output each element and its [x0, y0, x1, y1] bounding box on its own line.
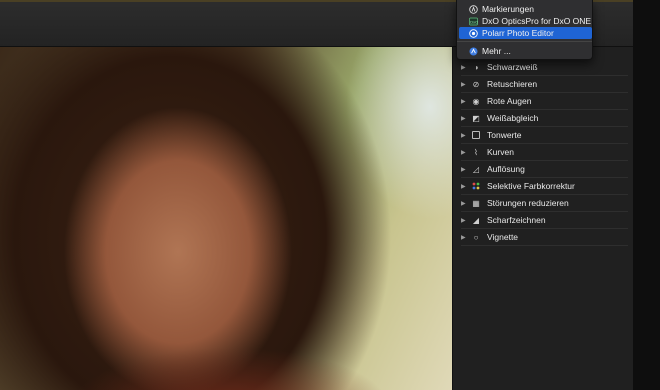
adjustment-red-eye[interactable]: ▶ ◉ Rote Augen	[461, 93, 628, 110]
menu-item-dxo[interactable]: DxO DxO OpticsPro for DxO ONE	[459, 15, 592, 27]
adjustment-label: Weißabgleich	[487, 113, 539, 123]
adjustment-black-white[interactable]: ▶ ◑ Schwarzweiß	[461, 59, 628, 76]
disclosure-triangle-icon[interactable]: ▶	[461, 64, 470, 71]
disclosure-triangle-icon[interactable]: ▶	[461, 115, 470, 122]
vignette-icon: ○	[473, 232, 479, 242]
noise-reduction-icon: ▦	[472, 198, 480, 208]
adjustment-sharpen[interactable]: ▶ ◢ Scharfzeichnen	[461, 212, 628, 229]
photo-canvas[interactable]	[0, 47, 452, 390]
adjustment-label: Schwarzweiß	[487, 62, 538, 72]
disclosure-triangle-icon[interactable]: ▶	[461, 234, 470, 241]
curves-icon: ⌇	[474, 147, 478, 157]
disclosure-triangle-icon[interactable]: ▶	[461, 132, 470, 139]
menu-item-label: DxO OpticsPro for DxO ONE	[482, 16, 592, 26]
adjustment-definition[interactable]: ▶ ◿ Auflösung	[461, 161, 628, 178]
disclosure-triangle-icon[interactable]: ▶	[461, 81, 470, 88]
photo-shirt-area	[70, 347, 390, 390]
adjustment-label: Kurven	[487, 147, 514, 157]
adjustment-selective-color[interactable]: ▶ Selektive Farbkorrektur	[461, 178, 628, 195]
adjustment-label: Vignette	[487, 232, 519, 242]
adjustment-label: Tonwerte	[487, 130, 522, 140]
window-edge	[633, 0, 660, 390]
extensions-menu: Markierungen DxO DxO OpticsPro for DxO O…	[456, 0, 593, 60]
menu-separator	[457, 41, 592, 42]
adjustment-vignette[interactable]: ▶ ○ Vignette	[461, 229, 628, 246]
menu-item-label: Polarr Photo Editor	[482, 28, 554, 38]
svg-text:DxO: DxO	[470, 19, 478, 24]
disclosure-triangle-icon[interactable]: ▶	[461, 217, 470, 224]
bandage-icon: ⊘	[472, 79, 480, 89]
menu-item-markup[interactable]: Markierungen	[459, 3, 592, 15]
adjustment-levels[interactable]: ▶ Tonwerte	[461, 127, 628, 144]
adjustment-label: Rote Augen	[487, 96, 532, 106]
adjustment-white-balance[interactable]: ▶ ◩ Weißabgleich	[461, 110, 628, 127]
more-extensions-icon	[469, 47, 478, 56]
dxo-icon: DxO	[469, 17, 478, 26]
white-balance-icon: ◩	[472, 113, 480, 123]
menu-item-label: Mehr ...	[482, 46, 511, 56]
adjustment-label: Störungen reduzieren	[487, 198, 569, 208]
definition-icon: ◿	[472, 164, 480, 174]
selective-color-icon	[470, 181, 482, 191]
menu-item-more[interactable]: Mehr ...	[459, 45, 592, 57]
disclosure-triangle-icon[interactable]: ▶	[461, 200, 470, 207]
disclosure-triangle-icon[interactable]: ▶	[461, 149, 470, 156]
adjustments-panel: ▶ ◑ Schwarzweiß ▶ ⊘ Retuschieren ▶ ◉ Rot…	[452, 47, 633, 390]
disclosure-triangle-icon[interactable]: ▶	[461, 166, 470, 173]
levels-icon	[470, 130, 482, 140]
polarr-icon	[469, 28, 478, 38]
adjustment-noise-reduction[interactable]: ▶ ▦ Störungen reduzieren	[461, 195, 628, 212]
sharpen-icon: ◢	[472, 215, 480, 225]
adjustment-label: Retuschieren	[487, 79, 538, 89]
menu-item-label: Markierungen	[482, 4, 534, 14]
eye-icon: ◉	[472, 96, 480, 106]
disclosure-triangle-icon[interactable]: ▶	[461, 98, 470, 105]
adjustment-curves[interactable]: ▶ ⌇ Kurven	[461, 144, 628, 161]
disclosure-triangle-icon[interactable]: ▶	[461, 183, 470, 190]
adjustment-label: Auflösung	[487, 164, 525, 174]
adjustment-label: Scharfzeichnen	[487, 215, 546, 225]
black-white-icon: ◑	[473, 62, 479, 72]
adjustment-retouch[interactable]: ▶ ⊘ Retuschieren	[461, 76, 628, 93]
markup-icon	[469, 4, 478, 14]
menu-item-polarr[interactable]: Polarr Photo Editor	[459, 27, 592, 39]
adjustment-label: Selektive Farbkorrektur	[487, 181, 575, 191]
